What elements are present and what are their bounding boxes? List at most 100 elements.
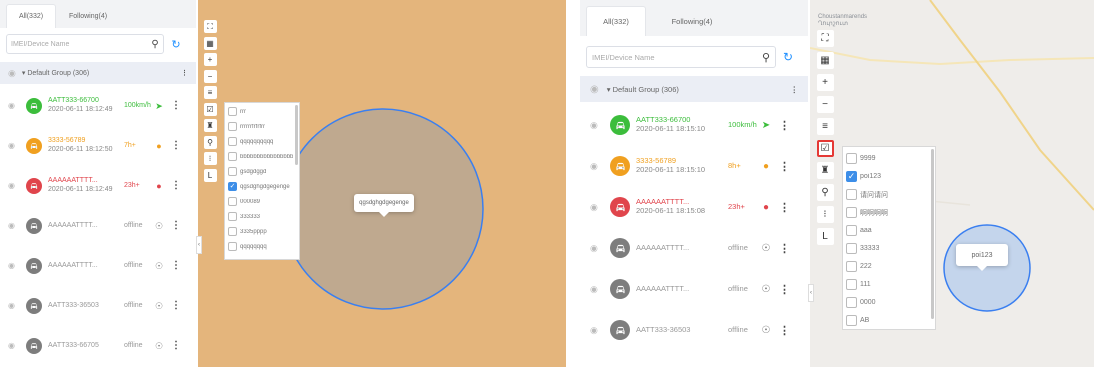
more-icon[interactable]: ⋮ bbox=[791, 85, 799, 94]
device-row[interactable]: ◉ 3333-56789 2020-06-11 18:12:50 7h+ ● ⋮ bbox=[0, 128, 196, 164]
group-header[interactable]: ◉ ▾ Default Group (306) ⋮ bbox=[0, 62, 196, 84]
more-icon[interactable]: ⋮ bbox=[171, 100, 181, 111]
poi-list-item[interactable]: 333333 bbox=[225, 212, 299, 221]
poi-list-item[interactable]: rrrrrrfrfrfrr bbox=[225, 122, 299, 131]
eye-icon[interactable]: ◉ bbox=[590, 284, 598, 295]
device-name[interactable]: AAAAAATTTT... bbox=[48, 177, 112, 186]
checkbox[interactable] bbox=[228, 242, 237, 251]
device-name[interactable]: AAAAAATTTT... bbox=[636, 284, 689, 293]
device-row[interactable]: ◉ AATT333-66700 2020-06-11 18:15:10 100km/h… bbox=[580, 106, 808, 144]
traffic-light-icon[interactable]: ⁝ bbox=[203, 152, 217, 165]
tab-following[interactable]: Following(4) bbox=[60, 4, 116, 28]
device-row[interactable]: ◉ AAAAAATTTT... offline ☉ ⋮ bbox=[580, 270, 808, 308]
checkbox[interactable] bbox=[228, 197, 237, 206]
device-row[interactable]: ◉ AATT333-36503 offline ☉ ⋮ bbox=[580, 311, 808, 349]
more-icon[interactable]: ⋮ bbox=[779, 201, 790, 214]
checkbox[interactable] bbox=[228, 167, 237, 176]
device-name[interactable]: AATT333-36503 bbox=[48, 302, 99, 311]
zoom-in-icon[interactable]: + bbox=[203, 53, 217, 66]
device-row[interactable]: ◉ AAAAAATTTT... 2020-06-11 18:12:49 23h+ ● ⋮ bbox=[0, 168, 196, 204]
device-name[interactable]: AAAAAATTTT... bbox=[48, 262, 98, 271]
map-layer-icon[interactable]: ▦ bbox=[203, 36, 217, 50]
refresh-icon[interactable]: ↻ bbox=[169, 36, 183, 52]
poi-list-item[interactable]: qqqqqqqqqq bbox=[225, 137, 299, 146]
device-row[interactable]: ◉ AAAAAATTTT... offline ☉ ⋮ bbox=[0, 208, 196, 244]
poi-list-item[interactable]: 请问请问 bbox=[843, 189, 935, 200]
poi-list-item[interactable]: 9999 bbox=[843, 153, 935, 164]
search-icon[interactable]: ⚲ bbox=[757, 51, 775, 64]
poi-list-item[interactable]: ✓ qgsdghgdgegenge bbox=[225, 182, 299, 191]
eye-icon[interactable]: ◉ bbox=[8, 101, 15, 110]
device-row[interactable]: ◉ AATT333-66700 2020-06-11 18:12:49 100km/h… bbox=[0, 88, 196, 124]
checkbox[interactable] bbox=[228, 212, 237, 221]
more-icon[interactable]: ⋮ bbox=[779, 119, 790, 132]
zoom-in-icon[interactable]: + bbox=[816, 74, 834, 91]
collapse-panel-handle[interactable]: ‹ bbox=[196, 236, 202, 254]
eye-icon[interactable]: ◉ bbox=[590, 84, 599, 95]
tab-all[interactable]: All(332) bbox=[586, 6, 646, 36]
eye-icon[interactable]: ◉ bbox=[8, 221, 15, 230]
device-name[interactable]: AAAAAATTTT... bbox=[48, 222, 98, 231]
device-name[interactable]: AATT333-66705 bbox=[48, 342, 99, 351]
checkbox[interactable] bbox=[846, 315, 857, 326]
device-name[interactable]: AAAAAATTTT... bbox=[636, 243, 689, 252]
binoculars-icon[interactable]: ♜ bbox=[816, 162, 834, 179]
poi-list-item[interactable]: 0000 bbox=[843, 297, 935, 308]
poi-list-item[interactable]: gsdgdggd bbox=[225, 167, 299, 176]
device-row[interactable]: ◉ AATT333-36503 offline ☉ ⋮ bbox=[0, 288, 196, 324]
device-row[interactable]: ◉ AAAAAATTTT... offline ☉ ⋮ bbox=[580, 229, 808, 267]
group-header[interactable]: ◉ ▾ Default Group (306) ⋮ bbox=[580, 76, 808, 102]
device-name[interactable]: AATT333-36503 bbox=[636, 325, 690, 334]
checkbox[interactable] bbox=[846, 297, 857, 308]
eye-icon[interactable]: ◉ bbox=[590, 325, 598, 336]
search-icon[interactable]: ⚲ bbox=[147, 39, 163, 50]
eye-icon[interactable]: ◉ bbox=[8, 181, 15, 190]
binoculars-icon[interactable]: ♜ bbox=[203, 119, 217, 132]
more-icon[interactable]: ⋮ bbox=[779, 283, 790, 296]
poi-list-item[interactable]: qqqqqqqq bbox=[225, 242, 299, 251]
checkbox[interactable] bbox=[846, 153, 857, 164]
device-row[interactable]: ◉ AAAAAATTTT... offline ☉ ⋮ bbox=[0, 248, 196, 284]
poi-list-item[interactable]: 222 bbox=[843, 261, 935, 272]
scrollbar[interactable] bbox=[295, 105, 298, 165]
eye-icon[interactable]: ◉ bbox=[8, 341, 15, 350]
eye-icon[interactable]: ◉ bbox=[8, 68, 16, 79]
more-icon[interactable]: ⋮ bbox=[171, 300, 181, 311]
device-name[interactable]: 3333-56789 bbox=[636, 156, 705, 165]
more-icon[interactable]: ⋮ bbox=[779, 160, 790, 173]
zoom-out-icon[interactable]: − bbox=[816, 96, 834, 113]
more-icon[interactable]: ⋮ bbox=[779, 242, 790, 255]
map-layer-icon[interactable]: ▦ bbox=[816, 52, 834, 69]
ruler-icon[interactable]: ≡ bbox=[203, 86, 217, 99]
map-left[interactable]: ⛶ ▦ + − ≡ ☑ ♜ ⚲ ⁝ L rrr rrrrrrfrfrfrr qqqqqqqqqq bbb… bbox=[198, 0, 566, 367]
device-row[interactable]: ◉ AAAAAATTTT... 2020-06-11 18:15:08 23h+ ● ⋮ bbox=[580, 188, 808, 226]
fullscreen-icon[interactable]: ⛶ bbox=[203, 20, 217, 33]
location-pin-icon[interactable]: ⚲ bbox=[203, 135, 217, 149]
poi-list-item[interactable]: bbbbbbbbbbbbbbbb bbox=[225, 152, 299, 161]
device-name[interactable]: AAAAAATTTT... bbox=[636, 197, 705, 206]
checkbox[interactable] bbox=[228, 137, 237, 146]
more-icon[interactable]: ⋮ bbox=[171, 180, 181, 191]
fullscreen-icon[interactable]: ⛶ bbox=[816, 30, 834, 47]
device-name[interactable]: AATT333-66700 bbox=[48, 97, 112, 106]
checkbox[interactable] bbox=[228, 107, 237, 116]
eye-icon[interactable]: ◉ bbox=[590, 243, 598, 254]
search-input[interactable]: IMEI/Device Name ⚲ bbox=[6, 34, 164, 54]
poi-list-item[interactable]: 111 bbox=[843, 279, 935, 290]
checkbox[interactable] bbox=[846, 261, 857, 272]
checkbox-checked[interactable]: ✓ bbox=[228, 182, 237, 191]
more-icon[interactable]: ⋮ bbox=[779, 324, 790, 337]
checkbox[interactable] bbox=[228, 227, 237, 236]
search-input[interactable]: IMEI/Device Name ⚲ bbox=[586, 46, 776, 68]
collapse-panel-handle[interactable]: ‹ bbox=[808, 284, 814, 302]
zoom-out-icon[interactable]: − bbox=[203, 69, 217, 83]
poi-icon[interactable]: ☑ bbox=[203, 102, 217, 116]
tab-following[interactable]: Following(4) bbox=[652, 6, 732, 36]
scrollbar[interactable] bbox=[931, 149, 934, 319]
traffic-light-icon[interactable]: ⁝ bbox=[816, 206, 834, 223]
eye-icon[interactable]: ◉ bbox=[590, 161, 598, 172]
checkbox[interactable] bbox=[846, 189, 857, 200]
more-icon[interactable]: ⋮ bbox=[171, 220, 181, 231]
checkbox-checked[interactable]: ✓ bbox=[846, 171, 857, 182]
device-row[interactable]: ◉ 3333-56789 2020-06-11 18:15:10 8h+ ● ⋮ bbox=[580, 147, 808, 185]
